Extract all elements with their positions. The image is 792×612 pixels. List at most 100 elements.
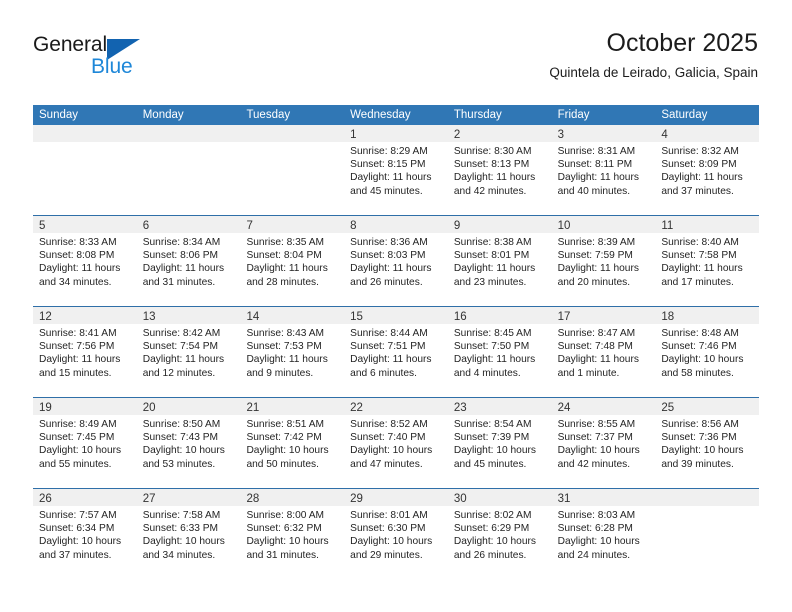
day-detail-line: Sunrise: 8:43 AM xyxy=(246,328,325,339)
day-details: Sunrise: 8:44 AM Sunset: 7:51 PM Daylight:… xyxy=(344,324,448,380)
day-number-band: 22 xyxy=(344,398,448,415)
day-cell[interactable]: 6 Sunrise: 8:34 AM Sunset: 8:06 PM Daylight… xyxy=(136,216,241,306)
day-number-band xyxy=(240,125,345,142)
day-details: Sunrise: 8:40 AM Sunset: 7:58 PM Daylight:… xyxy=(655,233,759,289)
day-detail-line: Sunrise: 8:56 AM xyxy=(661,419,739,430)
day-details: Sunrise: 8:29 AM Sunset: 8:15 PM Daylight:… xyxy=(344,142,448,198)
day-cell-empty xyxy=(240,125,345,215)
day-detail-line: Daylight: 10 hours xyxy=(557,536,640,548)
day-number: 20 xyxy=(142,402,156,414)
day-cell[interactable]: 28 Sunrise: 8:00 AM Sunset: 6:32 PM Dayligh… xyxy=(240,489,345,579)
day-detail-line: Daylight: 11 hours xyxy=(557,172,639,184)
day-number: 18 xyxy=(661,311,675,323)
day-detail-line: Sunrise: 8:31 AM xyxy=(557,146,636,157)
weekday-header-saturday: Saturday xyxy=(661,109,708,121)
day-detail-line: Daylight: 11 hours xyxy=(350,354,432,366)
day-detail-line: Daylight: 11 hours xyxy=(142,263,225,275)
week-row: 12 Sunrise: 8:41 AM Sunset: 7:56 PM Dayligh… xyxy=(33,306,760,397)
day-number: 2 xyxy=(453,129,461,141)
day-cell[interactable]: 11 Sunrise: 8:40 AM Sunset: 7:58 PM Dayligh… xyxy=(655,216,760,306)
day-detail-line: and 34 minutes. xyxy=(39,276,112,288)
day-number: 1 xyxy=(350,129,357,141)
day-cell[interactable]: 21 Sunrise: 8:51 AM Sunset: 7:42 PM Dayligh… xyxy=(240,398,345,488)
day-detail-line: and 45 minutes. xyxy=(453,458,527,470)
day-cell[interactable]: 31 Sunrise: 8:03 AM Sunset: 6:28 PM Dayligh… xyxy=(551,489,656,579)
day-cell[interactable]: 10 Sunrise: 8:39 AM Sunset: 7:59 PM Dayligh… xyxy=(551,216,656,306)
day-details: Sunrise: 7:58 AM Sunset: 6:33 PM Daylight:… xyxy=(137,506,241,562)
day-number: 17 xyxy=(557,311,571,323)
day-detail-line: and 12 minutes. xyxy=(142,367,216,379)
day-details: Sunrise: 8:42 AM Sunset: 7:54 PM Daylight:… xyxy=(137,324,241,380)
day-details: Sunrise: 8:36 AM Sunset: 8:03 PM Daylight:… xyxy=(344,233,448,289)
generalblue-logo[interactable]: General Blue xyxy=(33,33,163,79)
day-number-band: 26 xyxy=(33,489,137,506)
day-cell[interactable]: 30 Sunrise: 8:02 AM Sunset: 6:29 PM Dayligh… xyxy=(447,489,552,579)
day-cell[interactable]: 1 Sunrise: 8:29 AM Sunset: 8:15 PM Daylight… xyxy=(344,125,448,215)
day-cell[interactable]: 19 Sunrise: 8:49 AM Sunset: 7:45 PM Dayligh… xyxy=(33,398,137,488)
day-cell[interactable]: 3 Sunrise: 8:31 AM Sunset: 8:11 PM Daylight… xyxy=(551,125,656,215)
day-details: Sunrise: 8:31 AM Sunset: 8:11 PM Daylight:… xyxy=(552,142,656,198)
day-cell[interactable]: 23 Sunrise: 8:54 AM Sunset: 7:39 PM Dayligh… xyxy=(447,398,552,488)
day-detail-line: Daylight: 10 hours xyxy=(661,445,744,457)
day-detail-line: Sunrise: 8:35 AM xyxy=(246,237,325,248)
day-number: 24 xyxy=(557,402,571,414)
day-cell[interactable]: 14 Sunrise: 8:43 AM Sunset: 7:53 PM Dayligh… xyxy=(240,307,345,397)
day-cell[interactable]: 12 Sunrise: 8:41 AM Sunset: 7:56 PM Dayligh… xyxy=(33,307,137,397)
day-number-band: 14 xyxy=(240,307,345,324)
day-cell[interactable]: 9 Sunrise: 8:38 AM Sunset: 8:01 PM Daylight… xyxy=(447,216,552,306)
day-detail-line: Daylight: 11 hours xyxy=(661,172,743,184)
day-detail-line: Sunset: 7:59 PM xyxy=(557,250,633,262)
day-cell[interactable]: 26 Sunrise: 7:57 AM Sunset: 6:34 PM Dayligh… xyxy=(33,489,137,579)
day-number-band: 28 xyxy=(240,489,345,506)
day-detail-line: and 9 minutes. xyxy=(246,367,314,379)
day-number: 29 xyxy=(350,493,363,505)
day-detail-line: Sunrise: 8:30 AM xyxy=(453,146,532,157)
day-detail-line: and 31 minutes. xyxy=(246,549,319,561)
day-number: 9 xyxy=(453,220,461,232)
day-cell[interactable]: 18 Sunrise: 8:48 AM Sunset: 7:46 PM Dayligh… xyxy=(655,307,760,397)
day-cell[interactable]: 15 Sunrise: 8:44 AM Sunset: 7:51 PM Dayligh… xyxy=(344,307,448,397)
day-detail-line: Sunrise: 7:58 AM xyxy=(142,510,221,521)
day-cell[interactable]: 13 Sunrise: 8:42 AM Sunset: 7:54 PM Dayligh… xyxy=(136,307,241,397)
day-detail-line: Sunset: 7:56 PM xyxy=(39,341,115,353)
day-detail-line: Sunset: 8:08 PM xyxy=(39,250,115,262)
day-detail-line: Daylight: 10 hours xyxy=(350,536,433,548)
day-number-band: 5 xyxy=(33,216,137,233)
day-details: Sunrise: 8:33 AM Sunset: 8:08 PM Daylight:… xyxy=(33,233,137,289)
day-details: Sunrise: 8:34 AM Sunset: 8:06 PM Daylight:… xyxy=(137,233,241,289)
day-cell[interactable]: 4 Sunrise: 8:32 AM Sunset: 8:09 PM Daylight… xyxy=(655,125,760,215)
day-cell[interactable]: 24 Sunrise: 8:55 AM Sunset: 7:37 PM Dayligh… xyxy=(551,398,656,488)
weekday-header-row: Sunday Monday Tuesday Wednesday Thursday Frid… xyxy=(33,105,759,125)
day-cell[interactable]: 7 Sunrise: 8:35 AM Sunset: 8:04 PM Daylight… xyxy=(240,216,345,306)
day-detail-line: Daylight: 10 hours xyxy=(142,536,225,548)
weekday-header-friday: Friday xyxy=(557,109,590,121)
day-number-band xyxy=(136,125,241,142)
day-detail-line: Sunset: 6:30 PM xyxy=(350,523,426,535)
title-block: October 2025 Quintela de Leirado, Galici… xyxy=(549,28,758,83)
day-cell[interactable]: 22 Sunrise: 8:52 AM Sunset: 7:40 PM Dayligh… xyxy=(344,398,448,488)
week-row: 19 Sunrise: 8:49 AM Sunset: 7:45 PM Dayligh… xyxy=(33,397,760,488)
day-number: 7 xyxy=(246,220,253,232)
day-detail-line: Sunset: 7:39 PM xyxy=(453,432,530,444)
day-cell[interactable]: 5 Sunrise: 8:33 AM Sunset: 8:08 PM Daylight… xyxy=(33,216,137,306)
day-detail-line: and 26 minutes. xyxy=(453,549,527,561)
day-detail-line: Daylight: 10 hours xyxy=(453,445,536,457)
day-number: 14 xyxy=(246,311,260,323)
day-detail-line: and 45 minutes. xyxy=(350,185,423,197)
day-detail-line: and 40 minutes. xyxy=(557,185,631,197)
day-detail-line: and 1 minute. xyxy=(557,367,620,379)
day-detail-line: Daylight: 10 hours xyxy=(246,445,329,457)
day-detail-line: Sunset: 7:40 PM xyxy=(350,432,426,444)
day-cell[interactable]: 29 Sunrise: 8:01 AM Sunset: 6:30 PM Dayligh… xyxy=(344,489,448,579)
logo-word-general: General xyxy=(33,33,108,56)
week-row: 1 Sunrise: 8:29 AM Sunset: 8:15 PM Daylight… xyxy=(33,125,760,215)
day-cell[interactable]: 2 Sunrise: 8:30 AM Sunset: 8:13 PM Daylight… xyxy=(447,125,552,215)
day-cell[interactable]: 8 Sunrise: 8:36 AM Sunset: 8:03 PM Daylight… xyxy=(344,216,448,306)
day-details: Sunrise: 8:35 AM Sunset: 8:04 PM Daylight:… xyxy=(240,233,344,289)
day-number-band: 4 xyxy=(655,125,760,142)
day-cell[interactable]: 27 Sunrise: 7:58 AM Sunset: 6:33 PM Dayligh… xyxy=(136,489,241,579)
day-cell[interactable]: 16 Sunrise: 8:45 AM Sunset: 7:50 PM Dayligh… xyxy=(447,307,552,397)
day-cell[interactable]: 25 Sunrise: 8:56 AM Sunset: 7:36 PM Dayligh… xyxy=(655,398,760,488)
day-cell[interactable]: 17 Sunrise: 8:47 AM Sunset: 7:48 PM Dayligh… xyxy=(551,307,656,397)
day-cell[interactable]: 20 Sunrise: 8:50 AM Sunset: 7:43 PM Dayligh… xyxy=(136,398,241,488)
